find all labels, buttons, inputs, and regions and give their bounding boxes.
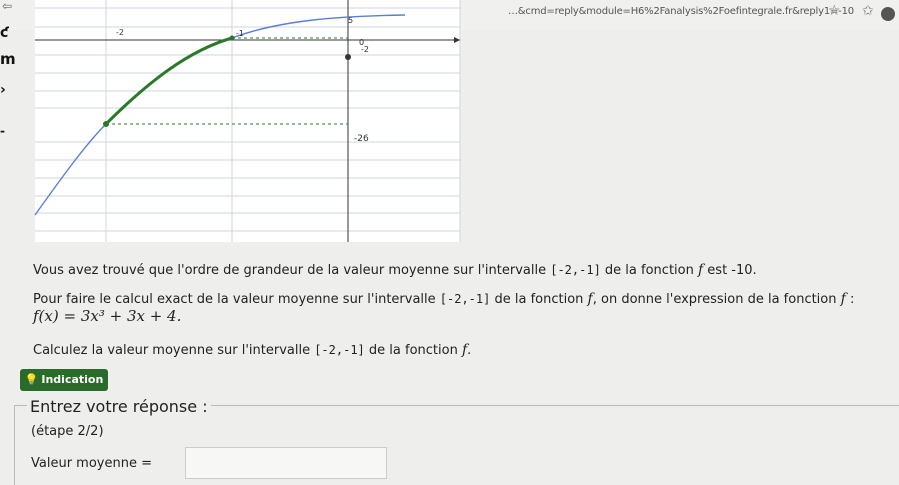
text-span: de la fonction	[364, 343, 462, 358]
text-span: est -10.	[703, 263, 757, 278]
point-a	[103, 121, 109, 127]
paragraph-exact: Pour faire le calcul exact de la valeur …	[33, 291, 854, 307]
formula: f(x) = 3x³ + 3x + 4.	[33, 307, 182, 325]
favorites-icon[interactable]: ✩	[862, 3, 874, 19]
answer-label: Valeur moyenne =	[31, 456, 152, 471]
indication-label: Indication	[41, 373, 104, 386]
step-indicator: (étape 2/2)	[31, 424, 104, 439]
bookmark-star-icon[interactable]: ☆	[828, 3, 841, 19]
text-span: Vous avez trouvé que l'ordre de grandeur…	[33, 263, 551, 278]
text-span: de la fonction	[490, 292, 588, 307]
text-span: .	[467, 343, 472, 358]
text-span: Pour faire le calcul exact de la valeur …	[33, 292, 440, 307]
indication-button[interactable]: 💡 Indication	[20, 369, 108, 391]
label-y-minus26: -26	[354, 134, 369, 144]
label-top-tick: 5	[348, 16, 353, 25]
extension-icon[interactable]	[881, 7, 895, 21]
paragraph-question: Calculez la valeur moyenne sur l'interva…	[33, 342, 471, 358]
label-x-minus2: -2	[116, 28, 124, 37]
url-text[interactable]: …&cmd=reply&module=H6%2Fanalysis%2Foefin…	[508, 6, 854, 17]
answer-input[interactable]	[185, 447, 387, 479]
text-span: , on donne l'expression de la fonction	[592, 292, 841, 307]
answer-legend: Entrez votre réponse :	[27, 397, 211, 416]
label-tick-minus1: -1	[236, 29, 244, 38]
interval: [-2,-1]	[439, 292, 491, 306]
text-span: :	[845, 292, 855, 307]
function-graph: -2 -1 5 0 -2 -26	[34, 0, 461, 242]
paragraph-estimate: Vous avez trouvé que l'ordre de grandeur…	[33, 262, 757, 278]
text-span: Calculez la valeur moyenne sur l'interva…	[33, 343, 315, 358]
graph-background	[35, 0, 460, 242]
interval: [-2,-1]	[550, 263, 601, 277]
interval: [-2,-1]	[314, 343, 365, 357]
lightbulb-icon: 💡	[24, 373, 39, 386]
point-axis	[345, 54, 351, 60]
point-b	[229, 35, 235, 41]
text-span: de la fonction	[600, 263, 698, 278]
answer-fieldset	[14, 405, 899, 485]
label-y-minus2: -2	[361, 45, 369, 54]
